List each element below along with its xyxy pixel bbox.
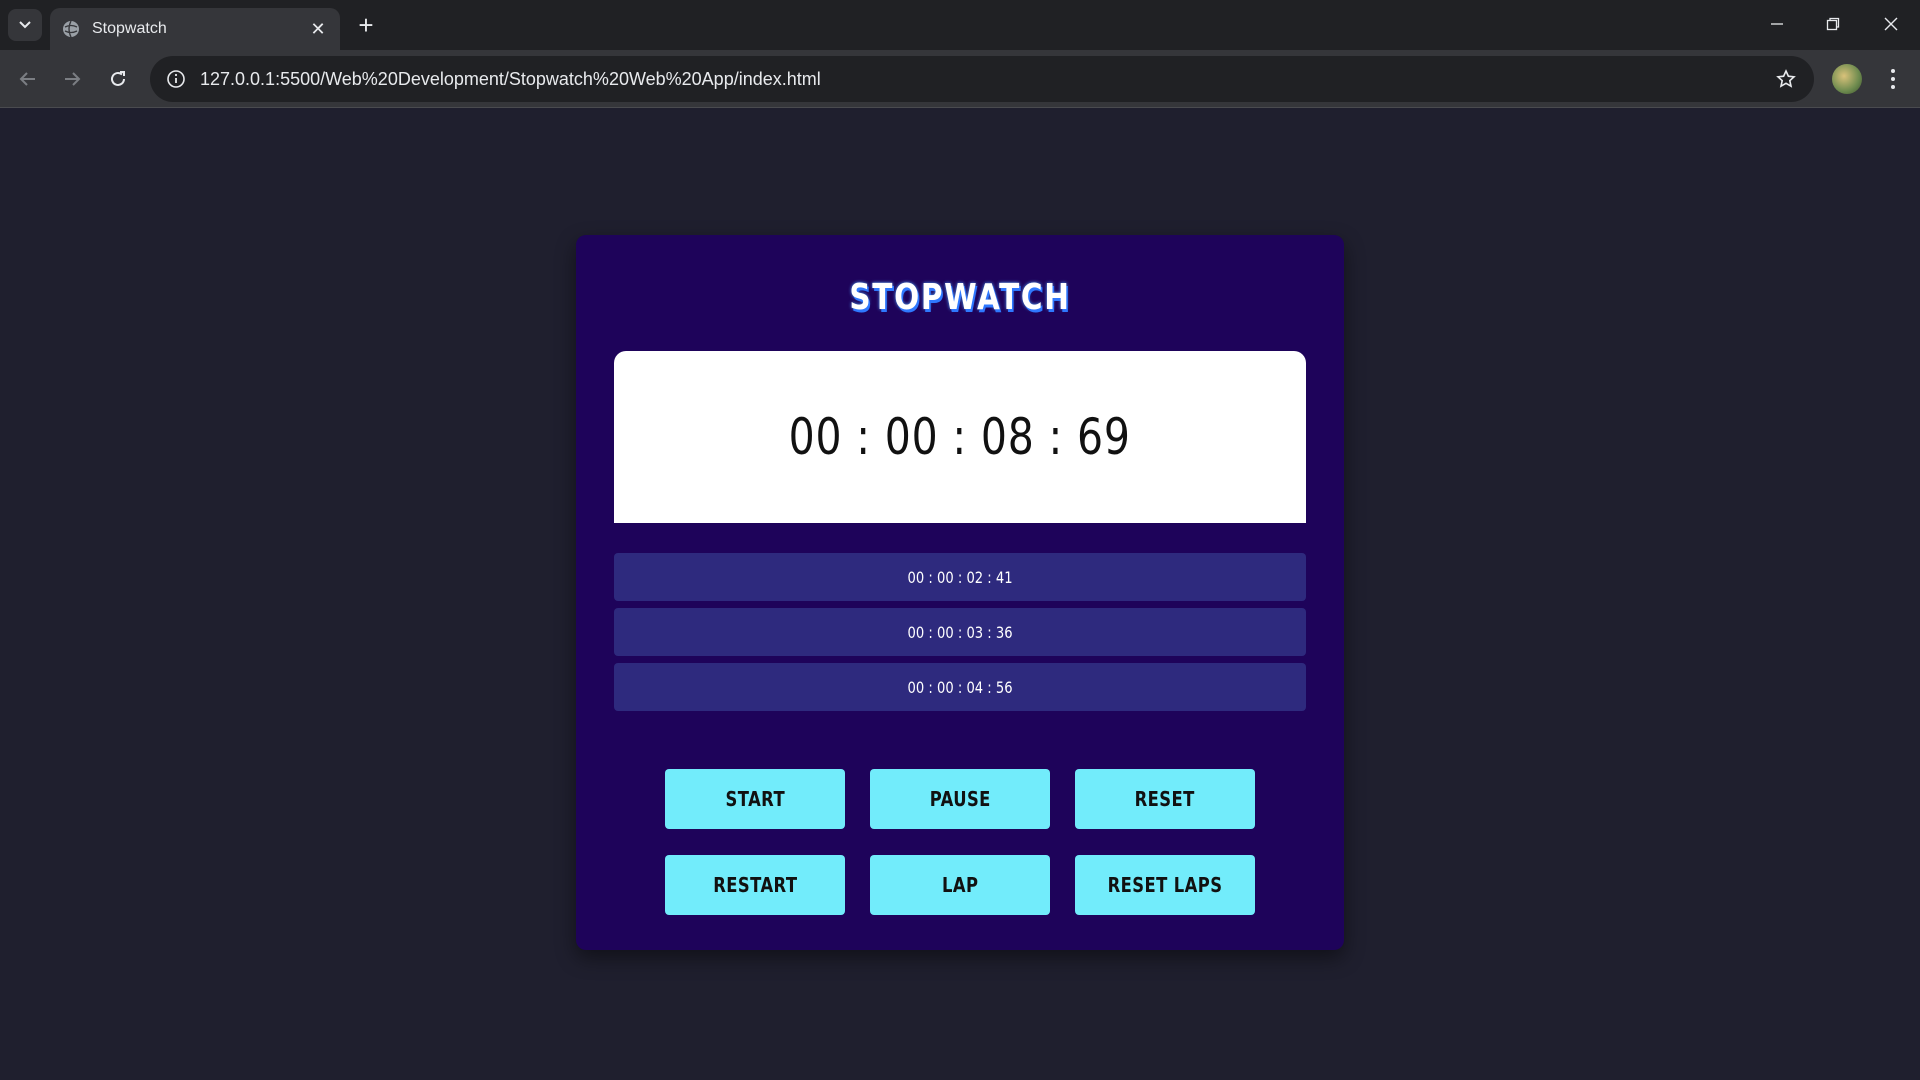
- lap-button[interactable]: LAP: [870, 855, 1050, 915]
- lap-item: 00 : 00 : 04 : 56: [614, 663, 1306, 711]
- url-text[interactable]: 127.0.0.1:5500/Web%20Development/Stopwat…: [200, 69, 1766, 90]
- browser-tab-bar: Stopwatch ✕ +: [0, 0, 1920, 50]
- minimize-icon: [1771, 23, 1783, 25]
- forward-button[interactable]: [54, 62, 90, 96]
- bookmark-star-icon[interactable]: [1766, 69, 1806, 89]
- close-window-button[interactable]: [1868, 8, 1914, 40]
- start-button-label: START: [725, 787, 785, 811]
- reset-laps-button-label: RESET LAPS: [1107, 873, 1223, 897]
- reload-button[interactable]: [100, 62, 136, 96]
- reset-button[interactable]: RESET: [1075, 769, 1255, 829]
- browser-toolbar: 127.0.0.1:5500/Web%20Development/Stopwat…: [0, 50, 1920, 108]
- browser-menu-icon[interactable]: [1880, 62, 1906, 96]
- tab-search-button[interactable]: [8, 9, 42, 41]
- pause-button-label: PAUSE: [929, 787, 991, 811]
- app-title: STOPWATCH: [849, 277, 1071, 318]
- lap-time: 00 : 00 : 02 : 41: [907, 567, 1013, 587]
- restart-button[interactable]: RESTART: [665, 855, 845, 915]
- back-button[interactable]: [10, 62, 46, 96]
- lap-item: 00 : 00 : 03 : 36: [614, 608, 1306, 656]
- browser-tab[interactable]: Stopwatch ✕: [50, 8, 340, 50]
- lap-button-label: LAP: [941, 873, 979, 897]
- arrow-right-icon: [65, 72, 81, 86]
- address-bar[interactable]: 127.0.0.1:5500/Web%20Development/Stopwat…: [150, 56, 1814, 102]
- reset-button-label: RESET: [1134, 787, 1196, 811]
- reset-laps-button[interactable]: RESET LAPS: [1075, 855, 1255, 915]
- lap-time: 00 : 00 : 03 : 36: [907, 622, 1013, 642]
- pause-button[interactable]: PAUSE: [870, 769, 1050, 829]
- chevron-down-icon: [19, 21, 31, 29]
- stopwatch-card: STOPWATCH 00 : 00 : 08 : 69 00 : 00 : 02…: [576, 235, 1344, 950]
- reload-icon: [111, 71, 125, 86]
- laps-list: 00 : 00 : 02 : 41 00 : 00 : 03 : 36 00 :…: [614, 553, 1306, 718]
- close-icon: [1884, 17, 1898, 31]
- globe-icon: [63, 20, 79, 38]
- profile-avatar[interactable]: [1832, 64, 1862, 94]
- time-display: 00 : 00 : 08 : 69: [614, 351, 1306, 523]
- elapsed-time: 00 : 00 : 08 : 69: [788, 408, 1132, 466]
- restore-icon: [1826, 17, 1840, 31]
- close-tab-icon[interactable]: ✕: [308, 19, 328, 40]
- lap-item: 00 : 00 : 02 : 41: [614, 553, 1306, 601]
- start-button[interactable]: START: [665, 769, 845, 829]
- restore-button[interactable]: [1810, 8, 1856, 40]
- tab-title: Stopwatch: [92, 20, 167, 37]
- arrow-left-icon: [19, 72, 35, 86]
- lap-time: 00 : 00 : 04 : 56: [907, 677, 1013, 697]
- site-info-icon[interactable]: [156, 69, 196, 89]
- restart-button-label: RESTART: [712, 873, 798, 897]
- minimize-button[interactable]: [1754, 8, 1800, 40]
- new-tab-button[interactable]: +: [352, 10, 380, 40]
